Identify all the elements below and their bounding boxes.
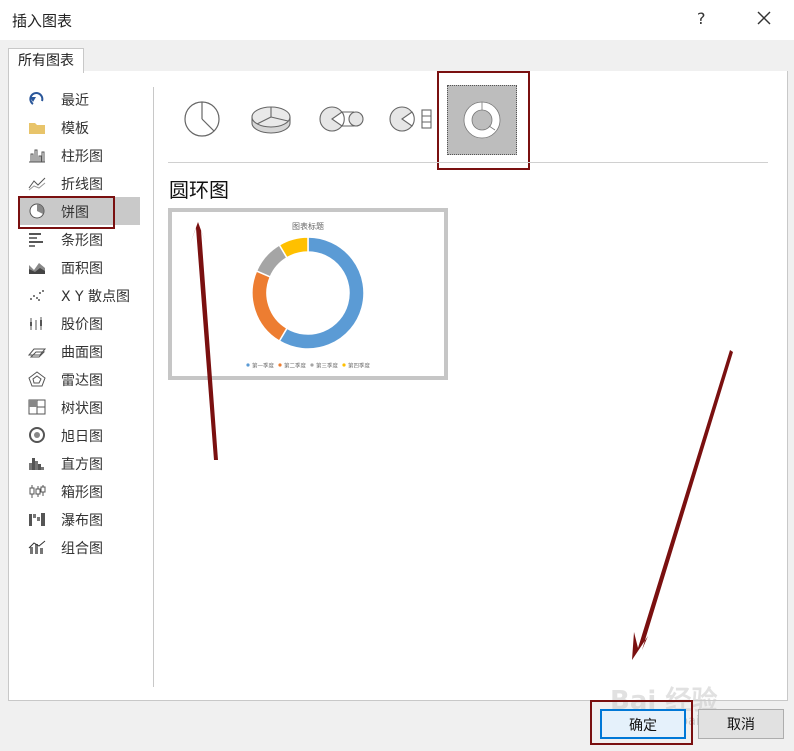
subtype-divider — [168, 162, 768, 163]
sunburst-chart-icon — [29, 427, 45, 443]
close-icon — [757, 11, 771, 25]
sidebar-item-label: 雷达图 — [61, 373, 103, 389]
legend-label: 第四季度 — [348, 362, 371, 370]
sidebar-item-bar-chart[interactable]: 条形图 — [20, 225, 140, 253]
sidebar-item-label: 模板 — [61, 121, 89, 137]
legend-swatch — [246, 363, 250, 367]
area-chart-icon — [29, 263, 45, 274]
sidebar-item-label: 折线图 — [61, 177, 103, 193]
histogram-chart-icon — [29, 458, 44, 470]
preview-legend: 第一季度 第二季度 第三季度 第四季度 — [246, 362, 371, 370]
legend-swatch — [342, 363, 346, 367]
chart-preview: 图表标题 第一季度 第二季度 第三季度 第四季度 — [168, 208, 448, 380]
sidebar-item-waterfall-chart[interactable]: 瀑布图 — [20, 505, 140, 533]
waterfall-chart-icon — [29, 513, 45, 526]
sidebar-item-treemap-chart[interactable]: 树状图 — [20, 393, 140, 421]
legend-label: 第一季度 — [252, 362, 275, 370]
treemap-chart-icon — [28, 399, 46, 415]
legend-entry-1: 第一季度 — [246, 362, 275, 370]
sidebar-highlight-box — [18, 196, 115, 229]
legend-entry-3: 第三季度 — [310, 362, 339, 370]
sidebar-item-label: 组合图 — [61, 541, 103, 557]
radar-chart-icon — [28, 371, 46, 387]
undo-icon — [29, 92, 44, 105]
sidebar-item-label: 树状图 — [61, 401, 103, 417]
preview-chart-title: 图表标题 — [292, 221, 324, 231]
sidebar-item-combo-chart[interactable]: 组合图 — [20, 533, 140, 561]
3d-pie-icon[interactable] — [248, 101, 294, 137]
dialog-title: 插入图表 — [12, 12, 73, 30]
sidebar-item-stock-chart[interactable]: 股价图 — [20, 309, 140, 337]
sidebar-item-undo[interactable]: 最近 — [20, 85, 140, 113]
sidebar-item-histogram-chart[interactable]: 直方图 — [20, 449, 140, 477]
legend-swatch — [278, 363, 282, 367]
sidebar-item-radar-chart[interactable]: 雷达图 — [20, 365, 140, 393]
legend-label: 第三季度 — [316, 362, 339, 370]
sidebar-item-label: 条形图 — [61, 233, 103, 249]
selected-chart-type-title: 圆环图 — [169, 178, 229, 202]
sidebar-item-label: 曲面图 — [61, 345, 103, 361]
legend-entry-2: 第二季度 — [278, 362, 307, 370]
legend-label: 第二季度 — [284, 362, 307, 370]
folder-icon — [29, 123, 45, 134]
sidebar-item-column-chart[interactable]: 柱形图 — [20, 141, 140, 169]
box-whisker-chart-icon — [29, 485, 46, 498]
tab-all-charts[interactable]: 所有图表 — [8, 48, 84, 73]
pie-icon[interactable] — [182, 99, 222, 139]
subtype-highlight-box — [437, 71, 530, 170]
sidebar-item-label: 柱形图 — [61, 149, 103, 165]
ok-highlight-box — [590, 700, 693, 745]
bar-of-pie-icon[interactable] — [388, 103, 436, 135]
close-button[interactable] — [752, 6, 776, 30]
sidebar-item-surface-chart[interactable]: 曲面图 — [20, 337, 140, 365]
sidebar-item-label: 旭日图 — [61, 429, 103, 445]
cancel-button[interactable]: 取消 — [698, 709, 784, 739]
title-bar — [0, 0, 794, 40]
preview-doughnut-chart: 图表标题 第一季度 第二季度 第三季度 第四季度 — [246, 221, 371, 370]
help-button[interactable]: ? — [697, 9, 706, 28]
sidebar-item-area-chart[interactable]: 面积图 — [20, 253, 140, 281]
combo-chart-icon — [28, 540, 46, 554]
scatter-chart-icon — [30, 290, 44, 301]
sidebar-divider — [153, 87, 154, 687]
legend-entry-4: 第四季度 — [342, 362, 371, 370]
sidebar-item-line-chart[interactable]: 折线图 — [20, 169, 140, 197]
sidebar-item-box-whisker-chart[interactable]: 箱形图 — [20, 477, 140, 505]
legend-swatch — [310, 363, 314, 367]
sidebar-item-label: 直方图 — [61, 457, 103, 473]
sidebar-item-label: 瀑布图 — [61, 513, 103, 529]
sidebar-item-label: 箱形图 — [61, 485, 103, 501]
sidebar-item-sunburst-chart[interactable]: 旭日图 — [20, 421, 140, 449]
pie-of-pie-icon[interactable] — [318, 103, 366, 135]
sidebar-item-folder[interactable]: 模板 — [20, 113, 140, 141]
surface-chart-icon — [28, 348, 46, 358]
sidebar-item-label: 最近 — [61, 93, 89, 109]
bar-chart-icon — [29, 233, 43, 247]
donut-slice-2 — [251, 270, 288, 343]
line-chart-icon — [28, 177, 46, 191]
stock-chart-icon — [30, 317, 42, 330]
sidebar-item-label: 股价图 — [61, 317, 103, 333]
preview-donut-slices — [251, 236, 365, 350]
sidebar-item-label: X Y 散点图 — [61, 289, 131, 305]
sidebar-item-scatter-chart[interactable]: X Y 散点图 — [20, 281, 140, 309]
column-chart-icon — [29, 149, 45, 163]
sidebar-item-label: 面积图 — [61, 261, 103, 277]
